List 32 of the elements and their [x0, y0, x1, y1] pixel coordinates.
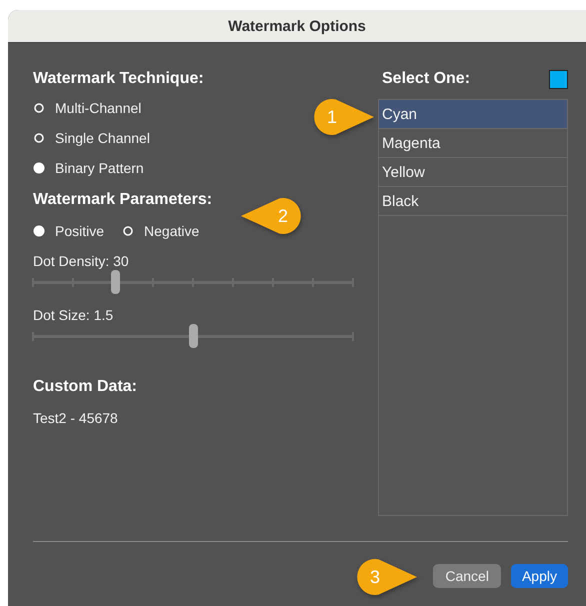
- radio-button[interactable]: [33, 162, 45, 174]
- radio-button[interactable]: [33, 225, 45, 237]
- callout-badge: 2: [240, 196, 303, 236]
- window-title: Watermark Options: [228, 18, 366, 34]
- apply-button[interactable]: Apply: [510, 564, 568, 588]
- callout-badge: 3: [355, 557, 418, 597]
- list-heading: Select One:: [382, 70, 470, 88]
- section-heading: Watermark Technique:: [33, 70, 205, 88]
- slider-track[interactable]: [33, 270, 353, 294]
- slider-track[interactable]: [33, 324, 353, 348]
- section-heading: Custom Data:: [33, 378, 138, 396]
- radio-label: Multi-Channel: [55, 100, 142, 116]
- list-item[interactable]: Cyan: [379, 100, 567, 129]
- list-item[interactable]: Black: [379, 187, 567, 216]
- cancel-button[interactable]: Cancel: [433, 564, 501, 588]
- custom-data-value: Test2 - 45678: [33, 410, 119, 426]
- radio-label: Binary Pattern: [55, 160, 144, 176]
- section-heading: Watermark Parameters:: [33, 191, 214, 209]
- color-swatch[interactable]: [549, 70, 568, 88]
- radio-label: Positive: [55, 223, 104, 239]
- radio-button[interactable]: [33, 132, 45, 144]
- callout-badge: 1: [312, 97, 375, 137]
- radio-button[interactable]: [33, 102, 45, 114]
- radio-label: Single Channel: [55, 130, 150, 146]
- slider-label: Dot Density: 30: [33, 253, 130, 269]
- slider-thumb[interactable]: [189, 324, 198, 348]
- radio-button[interactable]: [122, 225, 134, 237]
- slider-thumb[interactable]: [111, 270, 120, 294]
- list-item[interactable]: Yellow: [379, 158, 567, 187]
- slider-label: Dot Size: 1.5: [33, 307, 114, 323]
- list-item[interactable]: Magenta: [379, 129, 567, 158]
- radio-label: Negative: [144, 223, 200, 239]
